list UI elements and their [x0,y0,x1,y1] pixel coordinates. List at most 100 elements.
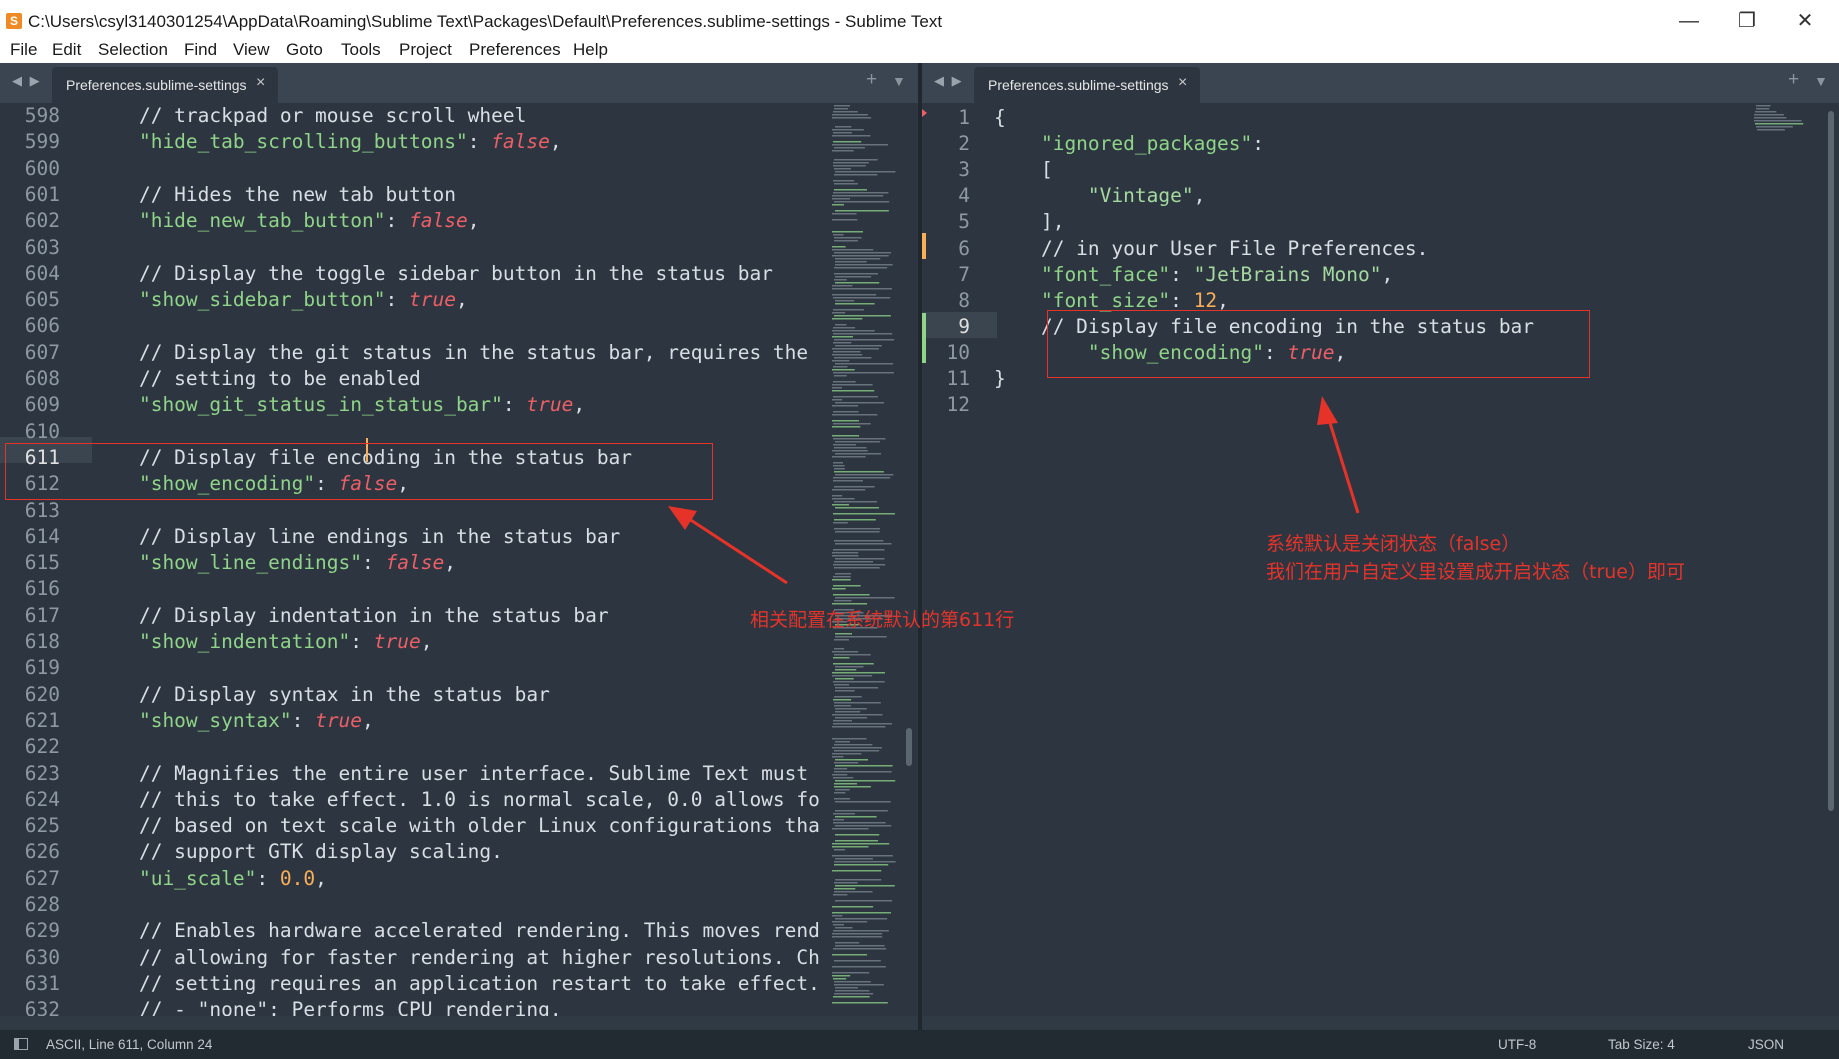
code-line[interactable]: 610 [0,419,826,445]
code-line[interactable]: 603 [0,235,826,261]
status-encoding[interactable]: UTF-8 [1498,1037,1536,1052]
minimap[interactable] [1752,103,1827,1016]
status-tab-size[interactable]: Tab Size: 4 [1608,1037,1675,1052]
toggle-sidebar-icon[interactable] [14,1038,28,1050]
code-line[interactable]: 3 [ [922,157,1748,183]
restore-button[interactable]: ❐ [1724,4,1770,38]
new-tab-icon[interactable]: + [1788,69,1799,91]
code-line[interactable]: 606 [0,313,826,339]
code-line[interactable]: 620 // Display syntax in the status bar [0,682,826,708]
code-line[interactable]: 604 // Display the toggle sidebar button… [0,261,826,287]
code-line[interactable]: 6 // in your User File Preferences. [922,236,1748,262]
menu-goto[interactable]: Goto [286,40,323,60]
status-syntax[interactable]: JSON [1748,1037,1784,1052]
code-line[interactable]: 627 "ui_scale": 0.0, [0,866,826,892]
code-line[interactable]: 616 [0,576,826,602]
tab-menu-chevron-icon[interactable]: ▼ [1814,73,1828,89]
code-line[interactable]: 622 [0,734,826,760]
minimap-line [833,681,885,683]
new-tab-icon[interactable]: + [866,69,877,91]
tab-nav-arrows-icon[interactable]: ◀ ▶ [934,73,964,89]
minimap-line [833,438,886,440]
code-line[interactable]: 5 ], [922,209,1748,235]
code-line[interactable]: 621 "show_syntax": true, [0,708,826,734]
code-token: "show_line_endings" [92,551,363,575]
menu-preferences[interactable]: Preferences [469,40,561,60]
code-line[interactable]: 618 "show_indentation": true, [0,629,826,655]
left-editor[interactable]: 598 // trackpad or mouse scroll wheel 599… [0,103,918,1016]
code-line[interactable]: 601 // Hides the new tab button [0,182,826,208]
code-line[interactable]: 626 // support GTK display scaling. [0,839,826,865]
code-line[interactable]: 598 // trackpad or mouse scroll wheel [0,103,826,129]
menu-selection[interactable]: Selection [98,40,168,60]
close-tab-icon[interactable]: × [256,74,265,92]
minimap-line [834,705,851,707]
code-line[interactable]: 605 "show_sidebar_button": true, [0,287,826,313]
code-line[interactable]: 613 [0,498,826,524]
code-line[interactable]: 607 // Display the git status in the sta… [0,340,826,366]
code-line[interactable]: 615 "show_line_endings": false, [0,550,826,576]
minimap-line [835,126,852,128]
code-token: // in your User File Preferences. [994,236,1429,260]
minimap-line [834,108,849,110]
code-line[interactable]: 614 // Display line endings in the statu… [0,524,826,550]
code-line[interactable]: 625 // based on text scale with older Li… [0,813,826,839]
minimap-line [832,555,859,557]
minimap-line [832,150,854,152]
code-line[interactable]: 602 "hide_new_tab_button": false, [0,208,826,234]
minimap-line [834,183,858,185]
menu-bar: File Edit Selection Find View Goto Tools… [0,40,1839,63]
code-line[interactable]: 2 "ignored_packages": [922,131,1748,157]
tab-left-preferences[interactable]: Preferences.sublime-settings × [52,67,278,103]
code-line[interactable]: 629 // Enables hardware accelerated rend… [0,918,826,944]
menu-view[interactable]: View [233,40,270,60]
menu-find[interactable]: Find [184,40,217,60]
code-line[interactable]: 632 // - "none": Performs CPU rendering. [0,997,826,1016]
minimap-line [833,381,856,383]
code-line[interactable]: 624 // this to take effect. 1.0 is norma… [0,787,826,813]
minimize-button[interactable]: — [1666,4,1712,38]
minimap-line [834,792,846,794]
tab-menu-chevron-icon[interactable]: ▼ [892,73,906,89]
minimap[interactable] [830,103,905,1016]
minimap-line [833,657,850,659]
code-line[interactable]: 599 "hide_tab_scrolling_buttons": false, [0,129,826,155]
menu-tools[interactable]: Tools [341,40,381,60]
code-line[interactable]: 628 [0,892,826,918]
code-line[interactable]: 4 "Vintage", [922,183,1748,209]
tab-right-preferences[interactable]: Preferences.sublime-settings × [974,67,1200,103]
minimap-line [835,507,880,509]
code-token: // setting to be enabled [92,367,421,390]
code-line[interactable]: 619 [0,655,826,681]
minimap-line [834,561,874,563]
code-line[interactable]: 1{ [922,105,1748,131]
minimap-line [833,777,854,779]
menu-file[interactable]: File [10,40,37,60]
code-token: : [1170,288,1194,312]
close-tab-icon[interactable]: × [1178,74,1187,92]
menu-project[interactable]: Project [399,40,452,60]
minimap-line [835,453,882,455]
code-line[interactable]: 609 "show_git_status_in_status_bar": tru… [0,392,826,418]
menu-help[interactable]: Help [573,40,608,60]
line-number: 621 [24,708,60,732]
minimap-line [832,129,864,131]
code-line[interactable]: 630 // allowing for faster rendering at … [0,945,826,971]
minimap-line [835,171,896,173]
code-line[interactable]: 623 // Magnifies the entire user interfa… [0,761,826,787]
vertical-scrollbar-thumb[interactable] [906,728,912,766]
code-text: // Enables hardware accelerated renderin… [92,918,820,944]
minimap-line [834,528,881,530]
vertical-scrollbar-thumb[interactable] [1828,111,1834,811]
code-line[interactable]: 617 // Display indentation in the status… [0,603,826,629]
code-text: // Display the git status in the status … [92,340,808,366]
code-line[interactable]: 600 [0,156,826,182]
code-line[interactable]: 7 "font_face": "JetBrains Mono", [922,262,1748,288]
minimap-line [832,288,892,290]
code-line[interactable]: 631 // setting requires an application r… [0,971,826,997]
tab-nav-arrows-icon[interactable]: ◀ ▶ [12,73,42,89]
close-button[interactable]: ✕ [1782,4,1828,38]
code-line[interactable]: 608 // setting to be enabled [0,366,826,392]
code-line[interactable]: 12 [922,392,1748,418]
menu-edit[interactable]: Edit [52,40,81,60]
